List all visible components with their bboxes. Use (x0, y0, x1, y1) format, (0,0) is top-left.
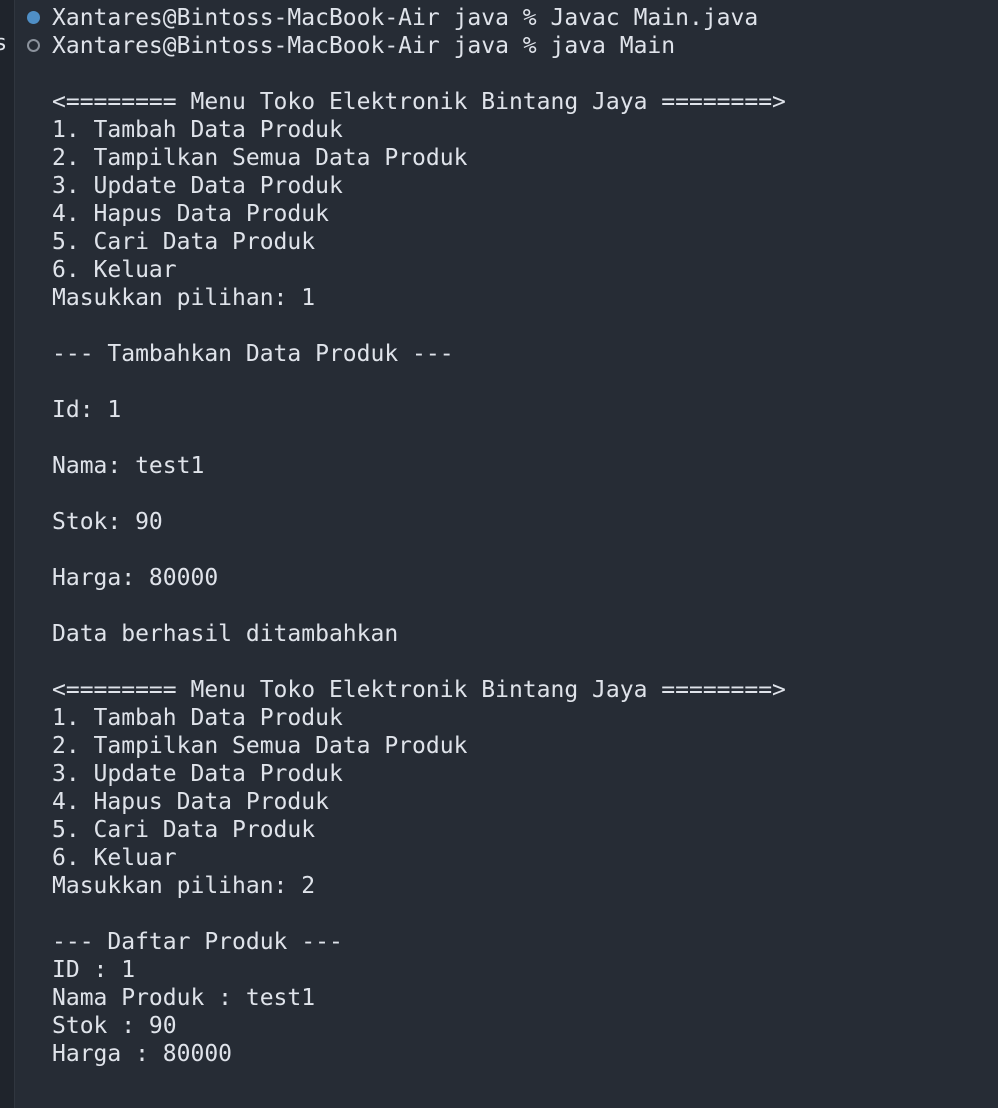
output-line: Stok : 90 (52, 1013, 177, 1039)
output-line: Masukkan pilihan: 2 (52, 873, 316, 899)
terminal-panel[interactable]: s Xantares@Bintoss-MacBook-Air java % Ja… (0, 0, 998, 1108)
output-line: 3. Update Data Produk (52, 173, 343, 199)
command-text: Xantares@Bintoss-MacBook-Air java % Java… (52, 5, 759, 31)
editor-gutter-edge: s (0, 0, 15, 1108)
output-line: Nama Produk : test1 (52, 985, 316, 1011)
command-row[interactable]: Xantares@Bintoss-MacBook-Air java % Java… (0, 4, 758, 32)
output-line: 5. Cari Data Produk (52, 229, 316, 255)
output-line: 2. Tampilkan Semua Data Produk (52, 733, 468, 759)
output-line: 6. Keluar (52, 845, 177, 871)
program-output: <======== Menu Toko Elektronik Bintang J… (52, 88, 786, 1068)
output-line: Harga : 80000 (52, 1041, 233, 1067)
output-line: 3. Update Data Produk (52, 761, 343, 787)
output-line: <======== Menu Toko Elektronik Bintang J… (52, 677, 786, 703)
output-line: 4. Hapus Data Produk (52, 789, 329, 815)
output-line: Nama: test1 (52, 453, 205, 479)
command-text: Xantares@Bintoss-MacBook-Air java % java… (52, 33, 676, 59)
output-line: 1. Tambah Data Produk (52, 117, 343, 143)
output-line: Masukkan pilihan: 1 (52, 285, 316, 311)
output-line: Data berhasil ditambahkan (52, 621, 399, 647)
output-line: <======== Menu Toko Elektronik Bintang J… (52, 89, 786, 115)
output-line: ID : 1 (52, 957, 136, 983)
output-line: 4. Hapus Data Produk (52, 201, 329, 227)
output-line: 5. Cari Data Produk (52, 817, 316, 843)
command-running-circle-icon[interactable] (27, 39, 40, 52)
output-line: Stok: 90 (52, 509, 163, 535)
output-line: Id: 1 (52, 397, 122, 423)
command-row[interactable]: Xantares@Bintoss-MacBook-Air java % java… (0, 32, 675, 60)
output-line: --- Daftar Produk --- (52, 929, 343, 955)
output-line: 1. Tambah Data Produk (52, 705, 343, 731)
output-line: Harga: 80000 (52, 565, 219, 591)
output-line: --- Tambahkan Data Produk --- (52, 341, 454, 367)
output-line: 6. Keluar (52, 257, 177, 283)
output-line: 2. Tampilkan Semua Data Produk (52, 145, 468, 171)
command-success-dot-icon[interactable] (27, 11, 40, 24)
